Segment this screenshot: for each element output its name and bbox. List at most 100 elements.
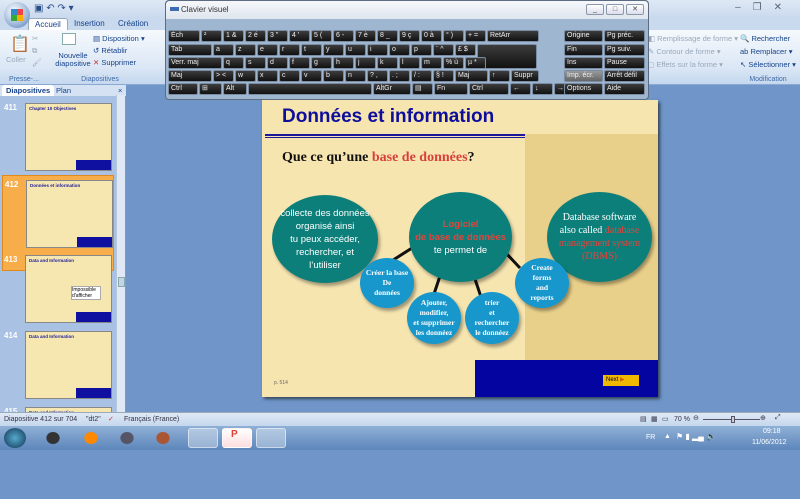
key[interactable]	[477, 44, 537, 69]
key[interactable]: 3 "	[267, 30, 288, 42]
key[interactable]: 6 -	[333, 30, 354, 42]
key[interactable]: > <	[213, 70, 234, 82]
shape-fill-button[interactable]: ◧ Remplissage de forme ▾	[648, 34, 738, 43]
replace-button[interactable]: ab Remplacer ▾	[740, 47, 793, 56]
key[interactable]: ↑	[489, 70, 510, 82]
shape-effects-button[interactable]: ◻ Effets sur la forme ▾	[648, 60, 723, 69]
cut-icon[interactable]: ✂	[32, 34, 38, 43]
office-button[interactable]	[4, 2, 30, 28]
key[interactable]: Pg préc.	[604, 30, 645, 42]
key[interactable]: Imp. écr.	[564, 70, 603, 82]
key[interactable]: y	[323, 44, 344, 56]
on-screen-keyboard-taskbar-icon[interactable]	[256, 428, 286, 448]
key[interactable]: Options	[564, 83, 603, 95]
key[interactable]: ▤	[412, 83, 433, 95]
language-bar[interactable]: FR	[646, 434, 655, 441]
app-icon[interactable]	[116, 428, 138, 448]
key[interactable]: g	[311, 57, 332, 69]
key[interactable]: ←	[510, 83, 531, 95]
key[interactable]: Éch	[168, 30, 200, 42]
key[interactable]: f	[289, 57, 310, 69]
key[interactable]: Aide	[604, 83, 645, 95]
key[interactable]: c	[279, 70, 300, 82]
key[interactable]: 9 ç	[399, 30, 420, 42]
new-slide-button[interactable]: Nouvelle diapositive	[52, 52, 94, 68]
key[interactable]: l	[399, 57, 420, 69]
zoom-slider[interactable]	[703, 416, 760, 423]
key[interactable]: AltGr	[373, 83, 411, 95]
key[interactable]: ? ,	[367, 70, 388, 82]
key[interactable]: Maj	[168, 70, 212, 82]
minimize-icon[interactable]: –	[735, 2, 753, 13]
tab-outline[interactable]: Plan	[52, 85, 75, 96]
view-normal-icon[interactable]: ▤	[640, 415, 647, 423]
key[interactable]: Maj	[455, 70, 488, 82]
key[interactable]: d	[267, 57, 288, 69]
key[interactable]: £ $	[455, 44, 476, 56]
action-bubble[interactable]: Ajouter, modifier, et supprimer les donnéez	[407, 292, 461, 344]
key[interactable]: h	[333, 57, 354, 69]
key[interactable]: 0 à	[421, 30, 442, 42]
center-bubble[interactable]: Logiciel de base de données te permet de	[409, 192, 512, 282]
clock-date[interactable]: 11/06/2012	[752, 439, 787, 446]
maximize-icon[interactable]: ❐	[753, 2, 774, 13]
key[interactable]: x	[257, 70, 278, 82]
spellcheck-icon[interactable]: ✓	[108, 415, 114, 423]
close-icon[interactable]: ✕	[774, 2, 794, 13]
keyboard-minimize-button[interactable]: _	[586, 4, 604, 15]
zoom-level[interactable]: 70 %	[674, 416, 690, 423]
key[interactable]: ¨ ^	[433, 44, 454, 56]
powerpoint-icon[interactable]: P	[222, 428, 252, 448]
start-button[interactable]	[4, 428, 26, 448]
key[interactable]: Fin	[564, 44, 603, 56]
key[interactable]: / :	[411, 70, 432, 82]
scrollbar-thumb[interactable]	[118, 277, 125, 287]
key[interactable]: p	[411, 44, 432, 56]
key[interactable]: m	[421, 57, 442, 69]
key[interactable]: 8 _	[377, 30, 398, 42]
definition-bubble[interactable]: collecte des données organisé ainsi tu peu…	[272, 195, 378, 283]
keyboard-maximize-button[interactable]: □	[606, 4, 624, 15]
key[interactable]: Pause	[604, 57, 645, 69]
slides-scrollbar[interactable]	[116, 95, 125, 412]
key[interactable]: n	[345, 70, 366, 82]
action-bubble[interactable]: Create forms and reports	[515, 258, 569, 308]
key[interactable]: Pg suiv.	[604, 44, 645, 56]
key[interactable]: § !	[433, 70, 454, 82]
layout-button[interactable]: ▤ Disposition ▾	[93, 34, 145, 43]
key[interactable]: o	[389, 44, 410, 56]
undo-icon[interactable]: ↶	[46, 3, 54, 14]
key[interactable]: u	[345, 44, 366, 56]
language-indicator[interactable]: Français (France)	[124, 416, 179, 423]
media-player-icon[interactable]	[42, 428, 64, 448]
select-button[interactable]: ↖ Sélectionner ▾	[740, 60, 796, 69]
key[interactable]: 4 '	[289, 30, 310, 42]
key[interactable]: µ *	[465, 57, 486, 69]
key[interactable]: ° )	[443, 30, 464, 42]
key[interactable]: Ctrl	[168, 83, 198, 95]
key[interactable]: r	[279, 44, 300, 56]
next-button[interactable]: Next ▶	[603, 375, 639, 386]
keyboard-title-bar[interactable]: Clavier visuel _ □ ✕	[166, 1, 648, 19]
zoom-in-icon[interactable]: ⊕	[760, 414, 766, 422]
tab-slides[interactable]: Diapositives	[2, 85, 55, 96]
key[interactable]: k	[377, 57, 398, 69]
paste-button[interactable]: Coller	[6, 55, 26, 64]
slide-canvas[interactable]: Données et information Que ce qu’une bas…	[262, 100, 658, 397]
key[interactable]: z	[235, 44, 256, 56]
key[interactable]: . ;	[389, 70, 410, 82]
key[interactable]: i	[367, 44, 388, 56]
sticky-notes-icon[interactable]	[188, 428, 218, 448]
format-painter-icon[interactable]: 🖌	[32, 58, 42, 67]
key[interactable]: Arrêt défil	[604, 70, 645, 82]
show-hidden-icons-icon[interactable]: ▲	[664, 433, 671, 440]
key[interactable]: Alt	[223, 83, 247, 95]
key[interactable]: j	[355, 57, 376, 69]
key[interactable]: b	[323, 70, 344, 82]
key[interactable]: % ù	[443, 57, 464, 69]
key[interactable]: ⊞	[199, 83, 222, 95]
key[interactable]: s	[245, 57, 266, 69]
key[interactable]: RetArr	[487, 30, 539, 42]
reset-button[interactable]: ↺ Rétablir	[93, 46, 127, 55]
redo-icon[interactable]: ↷	[57, 3, 65, 14]
